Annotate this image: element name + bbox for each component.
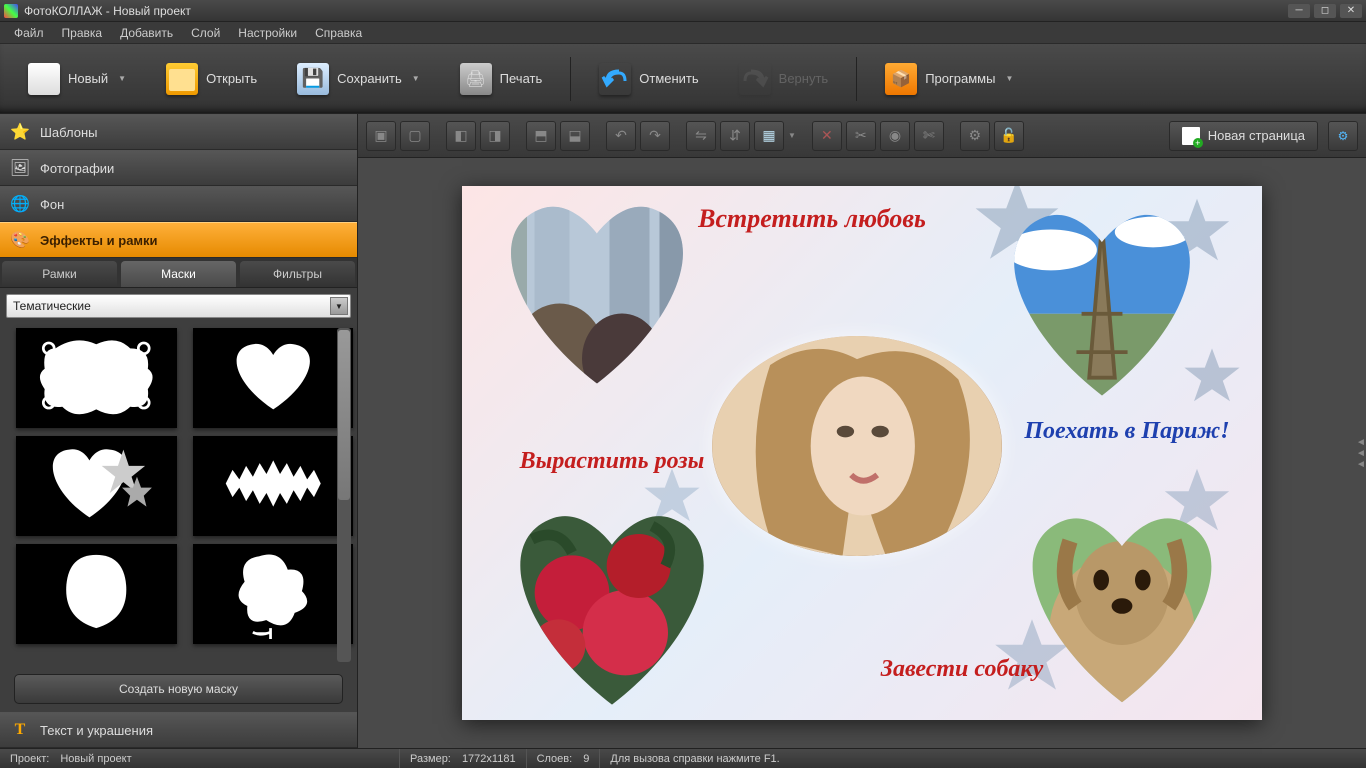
collage-text-roses[interactable]: Вырастить розы (502, 448, 722, 476)
star-icon: ⭐ (10, 122, 30, 142)
status-layers: Слоев: 9 (527, 749, 601, 768)
maximize-button[interactable]: ◻ (1314, 4, 1336, 18)
scrollbar-thumb[interactable] (338, 330, 350, 500)
mask-category-select[interactable]: Тематические ▼ (6, 294, 351, 318)
collage-text-love[interactable]: Встретить любовь (682, 204, 942, 234)
collage-heart-dog[interactable] (992, 486, 1252, 720)
status-bar: Проект: Новый проект Размер: 1772x1181 С… (0, 748, 1366, 768)
close-button[interactable]: ✕ (1340, 4, 1362, 18)
align-bottom-button[interactable]: ⬓ (560, 121, 590, 151)
mask-grid (0, 324, 357, 666)
gear-button[interactable]: ⚙ (960, 121, 990, 151)
lock-button[interactable]: 🔓 (994, 121, 1024, 151)
left-panel: ⭐ Шаблоны 🖼 Фотографии 🌐 Фон 🎨 Эффекты и… (0, 114, 358, 748)
save-button[interactable]: Сохранить ▼ (287, 57, 430, 101)
save-icon (297, 63, 329, 95)
new-page-button[interactable]: Новая страница (1169, 121, 1318, 151)
status-project: Проект: Новый проект (0, 749, 400, 768)
mask-thumbnail[interactable] (16, 544, 177, 644)
globe-icon: 🌐 (10, 194, 30, 214)
canvas-area: ▣ ▢ ◧ ◨ ⬒ ⬓ ↶ ↷ ⇋ ⇵ ▦ ▼ ✕ ✂ ◉ ✄ ⚙ 🔓 (358, 114, 1366, 748)
new-button[interactable]: Новый ▼ (18, 57, 136, 101)
menu-settings[interactable]: Настройки (230, 24, 305, 42)
align-left-button[interactable]: ◧ (446, 121, 476, 151)
color-button[interactable]: ◉ (880, 121, 910, 151)
rotate-left-button[interactable]: ↶ (606, 121, 636, 151)
collage-text-paris[interactable]: Поехать в Париж! (1002, 418, 1252, 446)
sidebar-item-effects[interactable]: 🎨 Эффекты и рамки (0, 222, 357, 258)
sidebar-item-background[interactable]: 🌐 Фон (0, 186, 357, 222)
menu-layer[interactable]: Слой (183, 24, 228, 42)
redo-button[interactable]: Вернуть (729, 57, 839, 101)
rotate-right-button[interactable]: ↷ (640, 121, 670, 151)
mask-thumbnail[interactable] (193, 328, 354, 428)
redo-icon (739, 63, 771, 95)
tab-frames[interactable]: Рамки (2, 261, 117, 287)
text-icon: T (10, 720, 30, 740)
sidebar-item-templates[interactable]: ⭐ Шаблоны (0, 114, 357, 150)
chevron-down-icon: ▼ (412, 74, 420, 83)
sidebar-item-text[interactable]: T Текст и украшения (0, 712, 357, 748)
align-right-button[interactable]: ◨ (480, 121, 510, 151)
send-backward-button[interactable]: ▢ (400, 121, 430, 151)
menu-add[interactable]: Добавить (112, 24, 181, 42)
menu-help[interactable]: Справка (307, 24, 370, 42)
status-size: Размер: 1772x1181 (400, 749, 527, 768)
create-mask-button[interactable]: Создать новую маску (14, 674, 343, 704)
photo-icon: 🖼 (10, 158, 30, 178)
minimize-button[interactable]: ─ (1288, 4, 1310, 18)
sidebar-item-photos[interactable]: 🖼 Фотографии (0, 150, 357, 186)
collage-oval-portrait[interactable] (712, 336, 1002, 556)
open-button[interactable]: Открыть (156, 57, 267, 101)
chevron-down-icon: ▼ (118, 74, 126, 83)
canvas-toolbar: ▣ ▢ ◧ ◨ ⬒ ⬓ ↶ ↷ ⇋ ⇵ ▦ ▼ ✕ ✂ ◉ ✄ ⚙ 🔓 (358, 114, 1366, 158)
page-gear-icon: ⚙ (1338, 129, 1349, 143)
palette-icon: 🎨 (10, 230, 30, 250)
chevron-down-icon: ▼ (1005, 74, 1013, 83)
scrollbar[interactable] (337, 328, 351, 662)
cut-button[interactable]: ✄ (914, 121, 944, 151)
main-toolbar: Новый ▼ Открыть Сохранить ▼ Печать Отмен… (0, 44, 1366, 114)
flip-h-button[interactable]: ⇋ (686, 121, 716, 151)
mask-thumbnail[interactable] (16, 328, 177, 428)
programs-button[interactable]: Программы ▼ (875, 57, 1023, 101)
collage-heart-roses[interactable] (472, 486, 752, 720)
collage-text-dog[interactable]: Завести собаку (862, 656, 1062, 684)
page-settings-button[interactable]: ⚙ (1328, 121, 1358, 151)
chevron-down-icon: ▼ (330, 297, 348, 315)
canvas[interactable]: Встретить любовь Поехать в Париж! Выраст… (358, 158, 1366, 748)
page[interactable]: Встретить любовь Поехать в Париж! Выраст… (462, 186, 1262, 720)
effects-tabs: Рамки Маски Фильтры (0, 258, 357, 288)
box-icon (885, 63, 917, 95)
collage-heart-paris[interactable] (972, 186, 1232, 416)
window-title: ФотоКОЛЛАЖ - Новый проект (24, 4, 1288, 18)
undo-button[interactable]: Отменить (589, 57, 708, 101)
print-icon (460, 63, 492, 95)
menu-bar: Файл Правка Добавить Слой Настройки Спра… (0, 22, 1366, 44)
mask-thumbnail[interactable] (16, 436, 177, 536)
undo-icon (599, 63, 631, 95)
title-bar: ФотоКОЛЛАЖ - Новый проект ─ ◻ ✕ (0, 0, 1366, 22)
menu-file[interactable]: Файл (6, 24, 52, 42)
fit-button[interactable]: ▦ (754, 121, 784, 151)
delete-button[interactable]: ✕ (812, 121, 842, 151)
folder-open-icon (166, 63, 198, 95)
bring-forward-button[interactable]: ▣ (366, 121, 396, 151)
print-button[interactable]: Печать (450, 57, 553, 101)
mask-thumbnail[interactable] (193, 436, 354, 536)
crop-button[interactable]: ✂ (846, 121, 876, 151)
align-top-button[interactable]: ⬒ (526, 121, 556, 151)
mask-thumbnail[interactable] (193, 544, 354, 644)
tab-filters[interactable]: Фильтры (240, 261, 355, 287)
page-plus-icon (1182, 127, 1200, 145)
app-icon (4, 4, 18, 18)
status-help: Для вызова справки нажмите F1. (600, 749, 1366, 768)
menu-edit[interactable]: Правка (54, 24, 111, 42)
tab-masks[interactable]: Маски (121, 261, 236, 287)
new-file-icon (28, 63, 60, 95)
flip-v-button[interactable]: ⇵ (720, 121, 750, 151)
panel-collapse-handle[interactable]: ◄◄◄ (1356, 413, 1366, 493)
